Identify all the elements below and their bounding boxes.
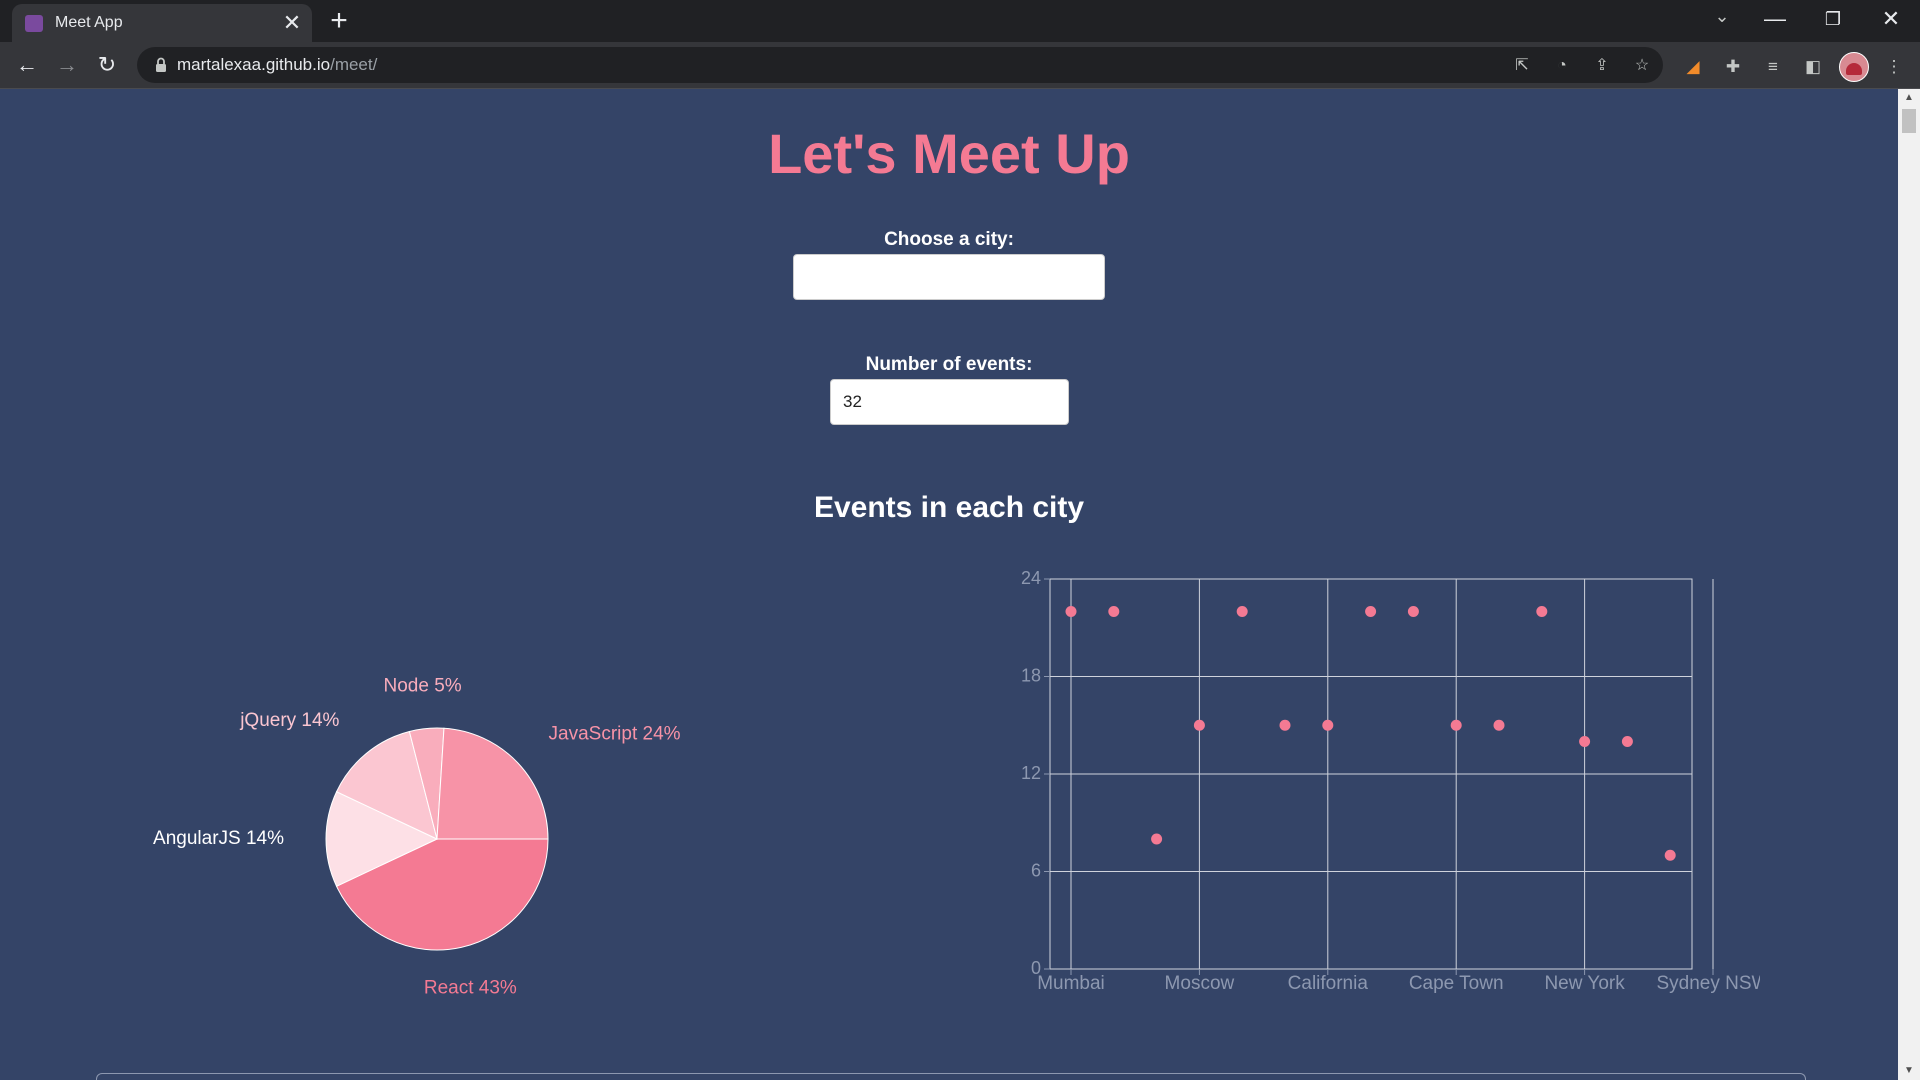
scatter-point: [1236, 606, 1248, 617]
y-tick-label: 6: [1031, 860, 1041, 880]
side-panel-icon[interactable]: ◧: [1801, 55, 1825, 79]
scatter-point: [1279, 719, 1291, 731]
y-tick-label: 18: [1021, 665, 1041, 685]
lock-icon: [156, 57, 166, 72]
new-tab-button[interactable]: +: [322, 4, 356, 38]
performance-icon[interactable]: ◔: [1550, 54, 1574, 78]
scatter-point: [1322, 719, 1334, 731]
url-host: martalexaa.github.io: [177, 55, 331, 74]
x-tick-label: Mumbai: [1037, 973, 1105, 994]
scatter-point: [1450, 719, 1462, 731]
restore-button[interactable]: ❐: [1810, 2, 1856, 36]
charts-title: Events in each city: [813, 491, 1085, 524]
reload-button[interactable]: ↻: [92, 50, 122, 80]
tab-search-chevron-icon[interactable]: ⌄: [1708, 6, 1736, 27]
scatter-point: [1108, 606, 1120, 617]
browser-menu-icon[interactable]: ⋮: [1882, 55, 1906, 79]
page-title: Let's Meet Up: [768, 122, 1130, 185]
extensions-puzzle-icon[interactable]: ✚: [1721, 55, 1745, 79]
pie-label-angularjs: AngularJS 14%: [153, 828, 284, 849]
scatter-point: [1193, 719, 1205, 731]
page-scrollbar[interactable]: ▲ ▼: [1898, 89, 1920, 1080]
y-tick-label: 12: [1021, 763, 1041, 783]
browser-toolbar: ← → ↻ martalexaa.github.io/meet/ ⇱ ◔ ⇪ ☆…: [0, 42, 1920, 89]
open-in-app-icon[interactable]: ⇱: [1510, 54, 1534, 78]
tab-bar: Meet App ✕ + ⌄ — ❐ ✕: [0, 0, 1920, 42]
extension-icon[interactable]: ◢: [1681, 55, 1705, 79]
scroll-up-arrow-icon[interactable]: ▲: [1898, 89, 1920, 107]
address-bar[interactable]: martalexaa.github.io/meet/ ⇱ ◔ ⇪ ☆: [137, 47, 1663, 83]
page-content: Let's Meet Up Choose a city: Number of e…: [0, 89, 1898, 1080]
minimize-button[interactable]: —: [1752, 2, 1798, 36]
pie-slice-javascript: [436, 727, 549, 840]
tab-close-icon[interactable]: ✕: [278, 9, 306, 37]
number-of-events-input[interactable]: [830, 379, 1069, 425]
profile-avatar[interactable]: [1839, 52, 1869, 82]
scatter-point: [1151, 833, 1163, 845]
meet-app-favicon-icon: [25, 15, 43, 32]
scatter-point: [1493, 719, 1505, 731]
city-label: Choose a city:: [884, 229, 1014, 250]
events-scatter-chart: 06121824Mumbai Moscow California Cape Town N…: [1021, 568, 1760, 994]
x-tick-label: Moscow: [1165, 973, 1235, 994]
scatter-point: [1579, 736, 1591, 747]
x-tick-label: New York: [1544, 973, 1625, 994]
back-button[interactable]: ←: [12, 50, 42, 80]
scatter-point: [1621, 736, 1633, 747]
scatter-point: [1365, 606, 1377, 617]
pie-label-react: React 43%: [424, 977, 517, 998]
scatter-point: [1664, 849, 1676, 861]
bookmark-star-icon[interactable]: ☆: [1630, 54, 1654, 78]
x-tick-label: Sydney NSW: [1657, 973, 1760, 994]
events-label: Number of events:: [865, 354, 1033, 375]
pie-label-jquery: jQuery 14%: [239, 710, 339, 731]
scatter-point: [1536, 606, 1548, 617]
genre-pie-chart: React 43% AngularJS 14% jQuery 14% Node 5% J…: [153, 676, 681, 999]
pie-label-javascript: JavaScript 24%: [549, 723, 681, 744]
scroll-down-arrow-icon[interactable]: ▼: [1898, 1062, 1920, 1080]
forward-button[interactable]: →: [52, 50, 82, 80]
tab-title: Meet App: [55, 14, 123, 31]
x-tick-label: Cape Town: [1409, 973, 1504, 994]
next-section-edge: [96, 1073, 1806, 1080]
url-path: /meet/: [330, 55, 378, 74]
share-icon[interactable]: ⇪: [1590, 54, 1614, 78]
scroll-thumb[interactable]: [1902, 109, 1916, 133]
url-text[interactable]: martalexaa.github.io/meet/: [177, 55, 377, 75]
city-search-input[interactable]: [793, 254, 1105, 300]
scatter-point: [1407, 606, 1419, 617]
pie-label-node: Node 5%: [384, 676, 462, 697]
tab-meet-app[interactable]: Meet App ✕: [12, 4, 312, 42]
x-tick-label: California: [1288, 973, 1369, 994]
close-window-button[interactable]: ✕: [1868, 2, 1914, 36]
scatter-point: [1065, 606, 1077, 617]
media-queue-icon[interactable]: ≡: [1761, 55, 1785, 79]
y-tick-label: 24: [1021, 568, 1041, 588]
